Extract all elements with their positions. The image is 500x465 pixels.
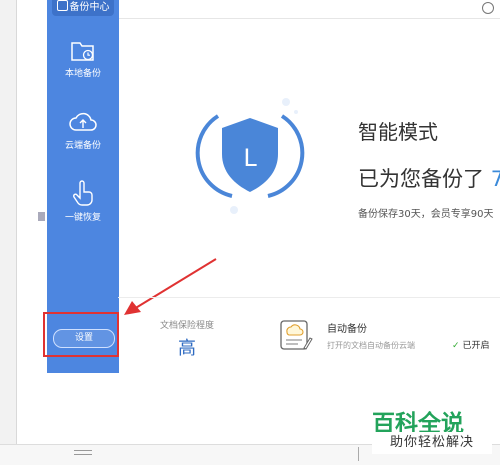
divider bbox=[118, 297, 500, 298]
scroll-handle-line bbox=[74, 454, 92, 455]
check-icon: ✓ bbox=[452, 341, 460, 351]
backup-count: 7 bbox=[490, 167, 500, 191]
mode-title: 智能模式 bbox=[358, 120, 438, 144]
shield-illustration: L bbox=[195, 98, 305, 214]
sidebar-item-cloud-backup[interactable]: 云端备份 bbox=[47, 110, 119, 151]
title-bar bbox=[118, 0, 500, 19]
protection-level-label: 文档保险程度 bbox=[160, 321, 215, 331]
shield-letter: L bbox=[243, 144, 257, 172]
hand-pointer-icon bbox=[73, 180, 93, 206]
sidebar-item-local-backup[interactable]: 本地备份 bbox=[47, 38, 119, 79]
cloud-upload-icon bbox=[69, 112, 97, 131]
protection-level-value: 高 bbox=[178, 338, 196, 359]
auto-backup-description: 打开的文档自动备份云端 bbox=[327, 341, 415, 350]
retention-note: 备份保存30天，会员专享90天 bbox=[358, 209, 494, 220]
red-arrow-annotation bbox=[124, 258, 217, 315]
account-icon[interactable] bbox=[482, 2, 494, 14]
document-icon bbox=[38, 212, 45, 221]
auto-backup-icon bbox=[280, 320, 313, 350]
backup-center-icon bbox=[56, 0, 68, 11]
auto-backup-status: ✓ 已开启 bbox=[452, 341, 490, 351]
watermark-subtitle: 助你轻松解决 bbox=[372, 432, 492, 454]
sidebar-item-one-click-restore[interactable]: 一键恢复 bbox=[47, 180, 119, 223]
auto-backup-title: 自动备份 bbox=[327, 324, 367, 335]
folder-clock-icon bbox=[71, 42, 94, 61]
scroll-handle[interactable] bbox=[74, 450, 92, 451]
backup-count-text: 已为您备份了 7 bbox=[358, 163, 500, 193]
separator bbox=[358, 447, 359, 461]
tab-backup-center[interactable]: 备份中心 bbox=[52, 0, 114, 16]
highlight-box bbox=[43, 312, 119, 357]
